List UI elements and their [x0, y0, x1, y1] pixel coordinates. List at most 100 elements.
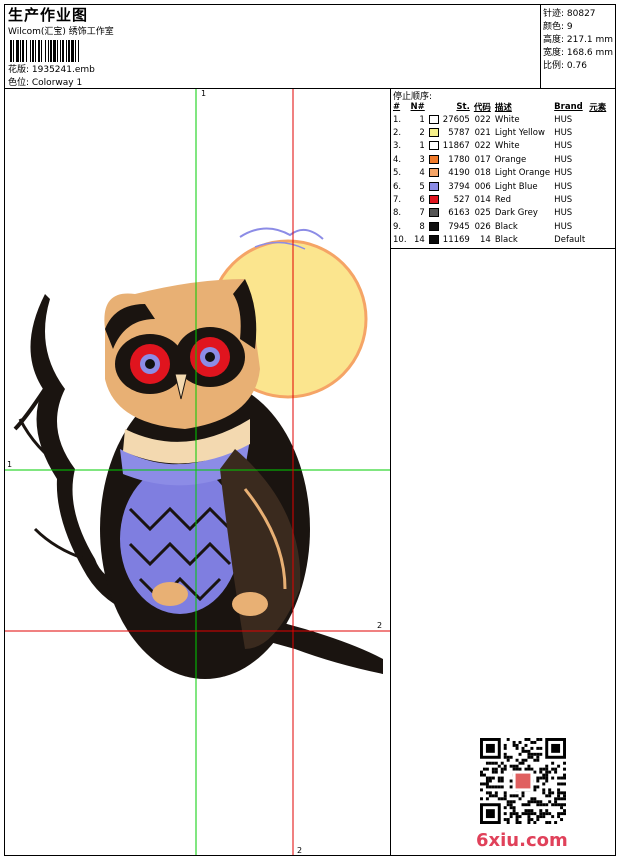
table-row: 2. 2 5787 021 Light Yellow HUS — [391, 126, 608, 139]
qr-module — [542, 776, 546, 780]
design-height: 高度: 217.1 mm — [543, 35, 614, 45]
table-header-row: # N# St. 代码 描述 Brand 元素 — [391, 101, 608, 113]
qr-module — [521, 791, 525, 795]
cell-code: 14 — [480, 235, 491, 246]
cell-st: 4190 — [448, 168, 470, 179]
cloud-wisp — [239, 227, 324, 240]
qr-module — [551, 767, 555, 771]
qr-module — [536, 803, 540, 807]
qr-module — [563, 797, 566, 801]
qr-module — [491, 794, 495, 798]
cell-n: 14 — [413, 235, 425, 246]
qr-module — [518, 740, 522, 744]
qr-module — [509, 803, 513, 807]
qr-module — [554, 797, 558, 801]
qr-module — [488, 761, 492, 765]
qr-module — [557, 797, 561, 801]
column-header: Brand — [554, 102, 583, 112]
cell-desc: Black — [494, 235, 518, 246]
qr-module — [533, 770, 537, 774]
cell-st: 5787 — [448, 128, 470, 139]
qr-module — [488, 785, 492, 789]
qr-module — [563, 794, 566, 798]
qr-module — [491, 767, 495, 771]
cell-code: 022 — [474, 114, 491, 125]
element-cell — [587, 126, 608, 139]
qr-module — [554, 803, 558, 807]
cell-n: 7 — [419, 208, 425, 219]
element-cell — [587, 167, 608, 180]
qr-module — [480, 770, 483, 774]
company-name: Wilcom(汇宝) 绣饰工作室 — [8, 27, 114, 37]
qr-module — [545, 776, 549, 780]
qr-module — [506, 758, 510, 762]
qr-module — [503, 794, 507, 798]
qr-module — [485, 767, 489, 771]
qr-module — [530, 818, 534, 822]
table-row: 6. 5 3794 006 Light Blue HUS — [391, 180, 608, 193]
colorway: 色位: Colorway 1 — [8, 78, 83, 88]
owl-pupil-right — [205, 352, 215, 362]
cell-desc: White — [494, 141, 520, 152]
qr-module — [533, 788, 537, 792]
element-cell — [587, 193, 608, 206]
qr-module — [497, 785, 501, 789]
qr-module — [560, 776, 564, 780]
color-swatch-cell — [427, 126, 441, 139]
qr-module — [494, 785, 498, 789]
cell-desc: Orange — [494, 154, 527, 165]
qr-module — [494, 791, 498, 795]
qr-module — [512, 740, 516, 744]
qr-module — [491, 761, 495, 765]
qr-module — [527, 738, 531, 741]
cell-code: 018 — [474, 168, 491, 179]
qr-module — [503, 764, 507, 768]
qr-module — [515, 764, 519, 768]
cell-code: 017 — [474, 154, 491, 165]
qr-module — [518, 821, 522, 824]
qr-module — [542, 815, 546, 819]
cell-code: 014 — [474, 195, 491, 206]
cell-brand: HUS — [554, 195, 573, 206]
cell-desc: Dark Grey — [494, 208, 538, 219]
qr-module — [491, 770, 495, 774]
cell-code: 006 — [474, 181, 491, 192]
qr-module — [557, 791, 561, 795]
design-file: 花版: 1935241.emb — [8, 65, 95, 75]
element-cell — [587, 207, 608, 220]
qr-module — [512, 812, 516, 816]
barcode — [10, 40, 146, 62]
qr-module — [533, 800, 537, 804]
qr-module — [563, 767, 566, 771]
qr-module — [485, 797, 489, 801]
qr-module — [521, 761, 525, 765]
cell-n: 2 — [419, 128, 425, 139]
color-swatch — [428, 154, 439, 164]
qr-module — [521, 758, 525, 762]
qr-module — [530, 809, 534, 813]
stitch-count: 针迹: 80827 — [543, 9, 596, 19]
qr-module — [497, 797, 501, 801]
qr-module — [494, 767, 498, 771]
stop-sequence-panel: 停止顺序: # N# St. 代码 描述 Brand 元素 1. 1 27605 02… — [391, 89, 616, 249]
qr-module — [557, 782, 561, 786]
color-swatch-cell — [427, 153, 441, 166]
qr-module — [554, 770, 558, 774]
qr-module — [512, 794, 516, 798]
qr-module — [500, 770, 504, 774]
column-header: 描述 — [494, 103, 512, 113]
element-cell — [587, 180, 608, 193]
owl-pupil-left — [145, 359, 155, 369]
color-swatch — [428, 141, 439, 151]
qr-module — [509, 764, 513, 768]
qr-module — [560, 791, 564, 795]
qr-module — [530, 740, 534, 744]
qr-module — [521, 803, 525, 807]
qr-module — [545, 770, 549, 774]
column-header: # — [393, 102, 401, 112]
qr-module — [554, 767, 558, 771]
cell-idx: 7. — [393, 195, 402, 206]
stop-sequence-table: # N# St. 代码 描述 Brand 元素 1. 1 27605 022 White… — [391, 101, 608, 247]
qr-module — [530, 746, 534, 750]
qr-module — [482, 782, 486, 786]
